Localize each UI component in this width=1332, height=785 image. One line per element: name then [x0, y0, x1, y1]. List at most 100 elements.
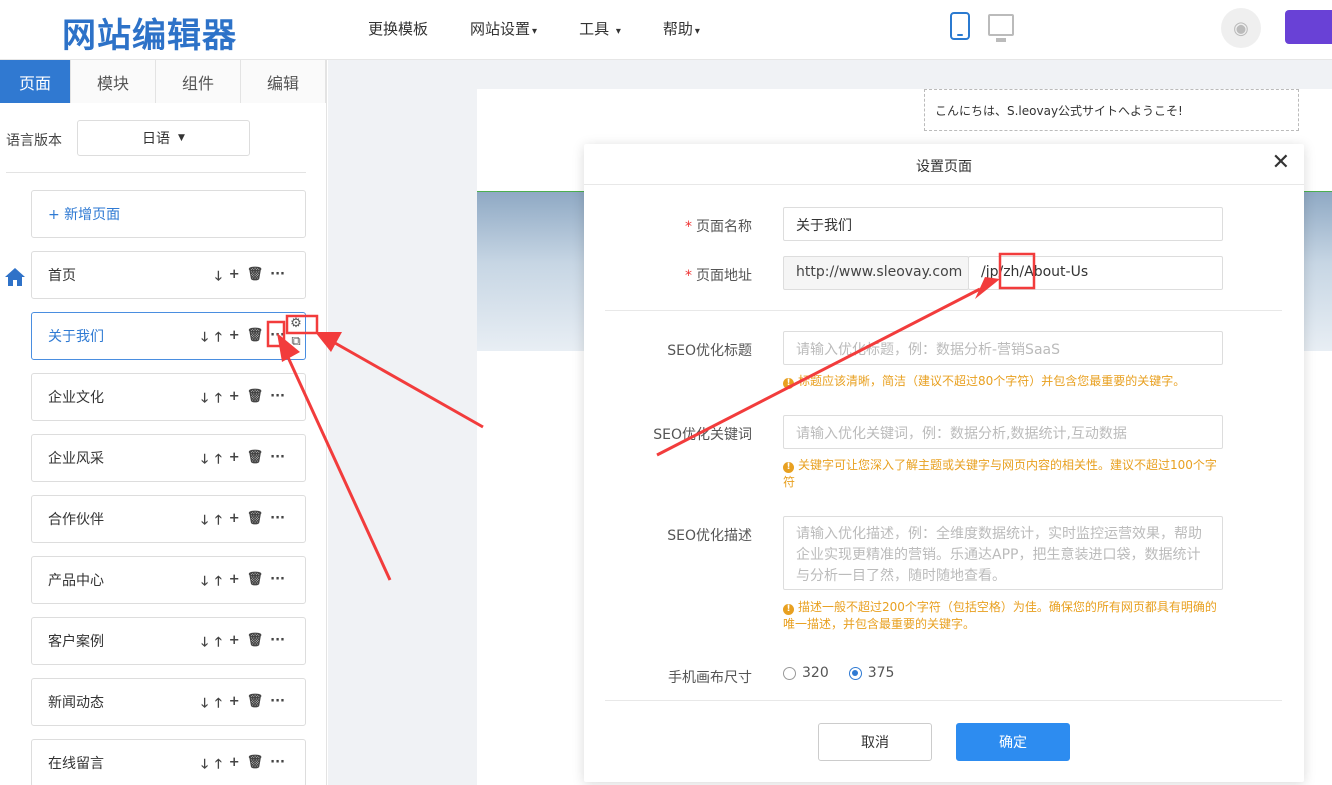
more-icon[interactable]: ···	[270, 633, 285, 655]
confirm-button[interactable]: 确定	[956, 723, 1070, 761]
modal-header: 设置页面 ✕	[584, 144, 1304, 185]
nav-help[interactable]: 帮助 ▾	[663, 18, 700, 39]
page-actions: 🡓 🡑 + 🗑 ···	[201, 633, 285, 655]
page-settings-modal: 设置页面 ✕ * 页面名称 关于我们 * 页面地址 http://www.sleov…	[584, 144, 1304, 782]
cancel-button[interactable]: 取消	[818, 723, 932, 761]
page-item-culture[interactable]: 企业文化 🡓 🡑 + 🗑 ···	[31, 373, 306, 421]
move-down-icon[interactable]: 🡓	[201, 389, 208, 411]
publish-button[interactable]	[1285, 10, 1332, 44]
seo-keywords-input[interactable]: 请输入优化关键词，例：数据分析,数据统计,互动数据	[783, 415, 1223, 449]
trash-icon[interactable]: 🗑	[247, 572, 264, 594]
desktop-view-icon[interactable]	[988, 14, 1014, 42]
more-icon[interactable]: ···	[270, 511, 285, 533]
page-item-style[interactable]: 企业风采 🡓 🡑 + 🗑 ···	[31, 434, 306, 482]
move-down-icon[interactable]: 🡓	[215, 267, 222, 289]
seo-desc-hint: ! 描述一般不超过200个字符（包括空格）为佳。确保您的所有网页都具有明确的唯一描…	[783, 599, 1223, 633]
trash-icon[interactable]: 🗑	[247, 328, 264, 350]
page-actions: 🡓 🡑 + 🗑 ···	[201, 328, 285, 350]
add-icon[interactable]: +	[229, 694, 240, 716]
page-item-home[interactable]: 首页 🡓 + 🗑 ···	[31, 251, 306, 299]
page-item-cases[interactable]: 客户案例 🡓 🡑 + 🗑 ···	[31, 617, 306, 665]
move-down-icon[interactable]: 🡓	[201, 694, 208, 716]
page-url-input[interactable]: /jp/zh/About-Us	[968, 256, 1223, 290]
page-label: 客户案例	[48, 634, 104, 650]
add-icon[interactable]: +	[229, 633, 240, 655]
trash-icon[interactable]: 🗑	[247, 389, 264, 411]
radio-375[interactable]: 375	[848, 665, 894, 681]
trash-icon[interactable]: 🗑	[247, 267, 264, 289]
page-item-products[interactable]: 产品中心 🡓 🡑 + 🗑 ···	[31, 556, 306, 604]
trash-icon[interactable]: 🗑	[247, 694, 264, 716]
label-text: 页面名称	[696, 219, 752, 235]
add-page-button[interactable]: + 新增页面	[31, 190, 306, 238]
add-icon[interactable]: +	[229, 450, 240, 472]
page-item-message[interactable]: 在线留言 🡓 🡑 + 🗑 ···	[31, 739, 306, 785]
tab-modules[interactable]: 模块	[71, 60, 156, 103]
page-name-input[interactable]: 关于我们	[783, 207, 1223, 241]
mobile-view-icon[interactable]	[950, 12, 970, 40]
settings-icon[interactable]: ⚙	[286, 315, 306, 333]
move-up-icon[interactable]: 🡑	[215, 694, 222, 716]
page-item-partners[interactable]: 合作伙伴 🡓 🡑 + 🗑 ···	[31, 495, 306, 543]
move-up-icon[interactable]: 🡑	[215, 572, 222, 594]
trash-icon[interactable]: 🗑	[247, 511, 264, 533]
move-down-icon[interactable]: 🡓	[201, 572, 208, 594]
move-up-icon[interactable]: 🡑	[215, 633, 222, 655]
url-prefix: http://www.sleovay.com	[783, 256, 969, 290]
add-icon[interactable]: +	[229, 267, 240, 289]
preview-button[interactable]: ◉	[1221, 8, 1261, 48]
more-icon[interactable]: ···	[270, 450, 285, 472]
seo-desc-textarea[interactable]: 请输入优化描述，例：全维度数据统计，实时监控运营效果，帮助企业实现更精准的营销。…	[783, 516, 1223, 590]
page-item-news[interactable]: 新闻动态 🡓 🡑 + 🗑 ···	[31, 678, 306, 726]
welcome-text[interactable]: こんにちは、S.leovay公式サイトへようこそ!	[924, 89, 1299, 131]
more-icon[interactable]: ···	[270, 755, 285, 777]
add-icon[interactable]: +	[229, 389, 240, 411]
seo-keywords-hint: ! 关键字可让您深入了解主题或关键字与网页内容的相关性。建议不超过100个字符	[783, 457, 1223, 491]
move-down-icon[interactable]: 🡓	[201, 755, 208, 777]
trash-icon[interactable]: 🗑	[247, 755, 264, 777]
tab-pages[interactable]: 页面	[0, 60, 71, 103]
add-icon[interactable]: +	[229, 328, 240, 350]
caret-down-icon: ▾	[615, 26, 621, 37]
add-icon[interactable]: +	[229, 755, 240, 777]
language-row: 语言版本 日语 ▼	[0, 120, 327, 160]
seo-title-input[interactable]: 请输入优化标题，例：数据分析-营销SaaS	[783, 331, 1223, 365]
page-label: 企业文化	[48, 390, 104, 406]
move-down-icon[interactable]: 🡓	[201, 328, 208, 350]
more-icon[interactable]: ···	[270, 267, 285, 289]
top-nav: 更换模板 网站设置 ▾ 工具 ▾ 帮助 ▾	[368, 18, 742, 39]
add-icon[interactable]: +	[229, 511, 240, 533]
seo-title-label: SEO优化标题	[667, 343, 752, 359]
radio-button[interactable]	[848, 666, 862, 680]
move-up-icon[interactable]: 🡑	[215, 328, 222, 350]
move-up-icon[interactable]: 🡑	[215, 389, 222, 411]
radio-button[interactable]	[783, 666, 796, 680]
trash-icon[interactable]: 🗑	[247, 633, 264, 655]
nav-change-template[interactable]: 更换模板	[368, 18, 428, 39]
radio-label: 320	[802, 665, 829, 681]
move-down-icon[interactable]: 🡓	[201, 633, 208, 655]
move-up-icon[interactable]: 🡑	[215, 511, 222, 533]
move-down-icon[interactable]: 🡓	[201, 511, 208, 533]
more-icon[interactable]: ···	[270, 572, 285, 594]
copy-icon[interactable]: ⧉	[286, 333, 306, 351]
page-label: 新闻动态	[48, 695, 104, 711]
more-icon[interactable]: ···	[270, 389, 285, 411]
close-icon[interactable]: ✕	[1272, 152, 1290, 174]
move-up-icon[interactable]: 🡑	[215, 450, 222, 472]
move-up-icon[interactable]: 🡑	[215, 755, 222, 777]
page-item-about[interactable]: 关于我们 🡓 🡑 + 🗑 ···	[31, 312, 306, 360]
radio-320[interactable]: 320	[783, 665, 829, 681]
move-down-icon[interactable]: 🡓	[201, 450, 208, 472]
more-icon[interactable]: ···	[270, 694, 285, 716]
more-icon[interactable]: ···	[270, 328, 285, 350]
page-label: 企业风采	[48, 451, 104, 467]
nav-tools[interactable]: 工具 ▾	[579, 18, 621, 39]
trash-icon[interactable]: 🗑	[247, 450, 264, 472]
nav-site-settings[interactable]: 网站设置 ▾	[470, 18, 537, 39]
tab-edit[interactable]: 编辑	[241, 60, 326, 103]
tab-components[interactable]: 组件	[156, 60, 241, 103]
language-select[interactable]: 日语 ▼	[77, 120, 250, 156]
device-switcher	[950, 12, 1014, 42]
add-icon[interactable]: +	[229, 572, 240, 594]
